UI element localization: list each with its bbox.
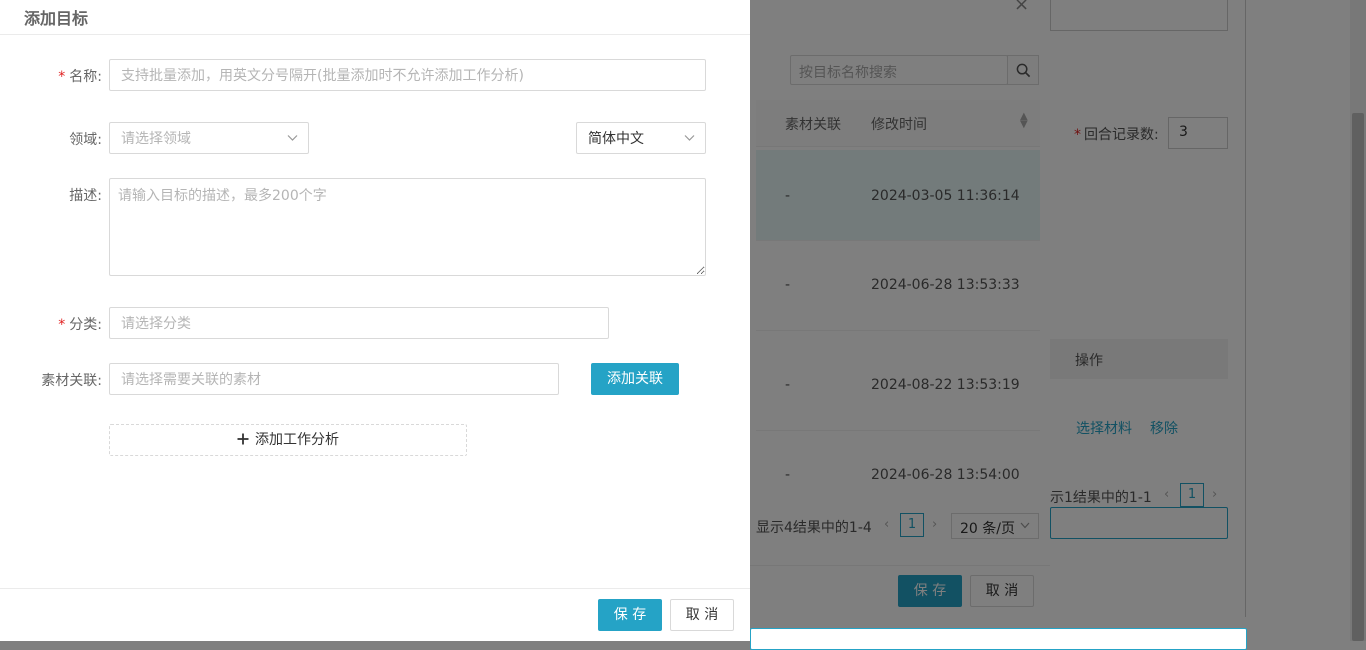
name-placeholder: 支持批量添加，用英文分号隔开(批量添加时不允许添加工作分析) xyxy=(121,68,524,84)
save-button[interactable]: 保 存 xyxy=(598,599,662,631)
material-placeholder: 请选择需要关联的素材 xyxy=(121,372,261,388)
name-input[interactable]: 支持批量添加，用英文分号隔开(批量添加时不允许添加工作分析) xyxy=(109,59,706,91)
domain-label-text: 领域: xyxy=(69,132,102,148)
description-textarea[interactable] xyxy=(109,178,706,276)
required-mark: * xyxy=(58,69,66,85)
cancel-button[interactable]: 取 消 xyxy=(670,599,734,631)
drawer-header: 添加目标 xyxy=(0,0,750,35)
drawer-title: 添加目标 xyxy=(24,9,89,28)
language-value: 简体中文 xyxy=(588,131,644,147)
domain-label: 领域: xyxy=(12,129,102,149)
name-label-text: 名称: xyxy=(69,69,102,85)
add-link-button[interactable]: 添加关联 xyxy=(591,363,679,395)
chevron-down-icon xyxy=(684,135,695,141)
description-label: 描述: xyxy=(12,185,102,205)
add-analysis-button[interactable]: 添加工作分析 xyxy=(109,424,467,456)
category-placeholder: 请选择分类 xyxy=(121,316,191,332)
background-bottom-box xyxy=(750,628,1247,650)
required-mark: * xyxy=(58,317,66,333)
material-select[interactable]: 请选择需要关联的素材 xyxy=(109,363,559,395)
chevron-down-icon xyxy=(287,135,298,141)
category-label: * 分类: xyxy=(12,314,102,334)
language-select[interactable]: 简体中文 xyxy=(576,122,706,154)
add-analysis-label: 添加工作分析 xyxy=(255,432,339,448)
domain-placeholder: 请选择领域 xyxy=(121,131,191,147)
material-label: 素材关联: xyxy=(12,370,102,390)
name-label: * 名称: xyxy=(12,66,102,86)
material-label-text: 素材关联: xyxy=(41,373,102,389)
drawer-footer-divider xyxy=(0,588,750,589)
plus-icon xyxy=(237,433,249,445)
category-label-text: 分类: xyxy=(69,317,102,333)
category-select[interactable]: 请选择分类 xyxy=(109,307,609,339)
add-target-drawer: 添加目标 * 名称: 支持批量添加，用英文分号隔开(批量添加时不允许添加工作分析)… xyxy=(0,0,750,641)
domain-select[interactable]: 请选择领域 xyxy=(109,122,309,154)
description-label-text: 描述: xyxy=(69,188,102,204)
